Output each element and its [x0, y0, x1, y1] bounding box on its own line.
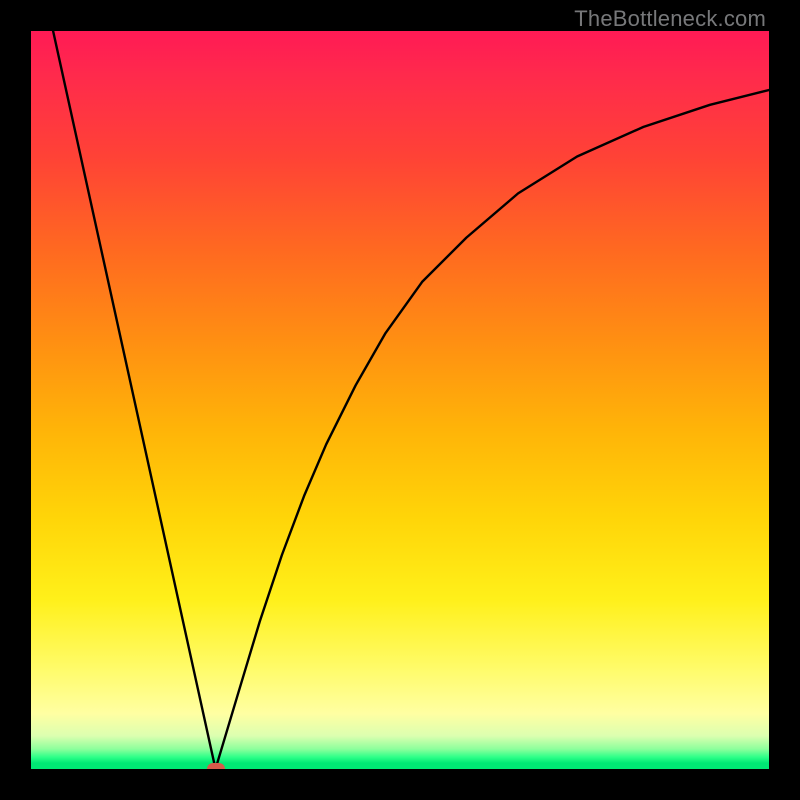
- chart-frame: TheBottleneck.com: [0, 0, 800, 800]
- bottleneck-curve: [31, 31, 769, 769]
- plot-area: [31, 31, 769, 769]
- minimum-marker: [207, 763, 225, 769]
- attribution-text: TheBottleneck.com: [574, 6, 766, 32]
